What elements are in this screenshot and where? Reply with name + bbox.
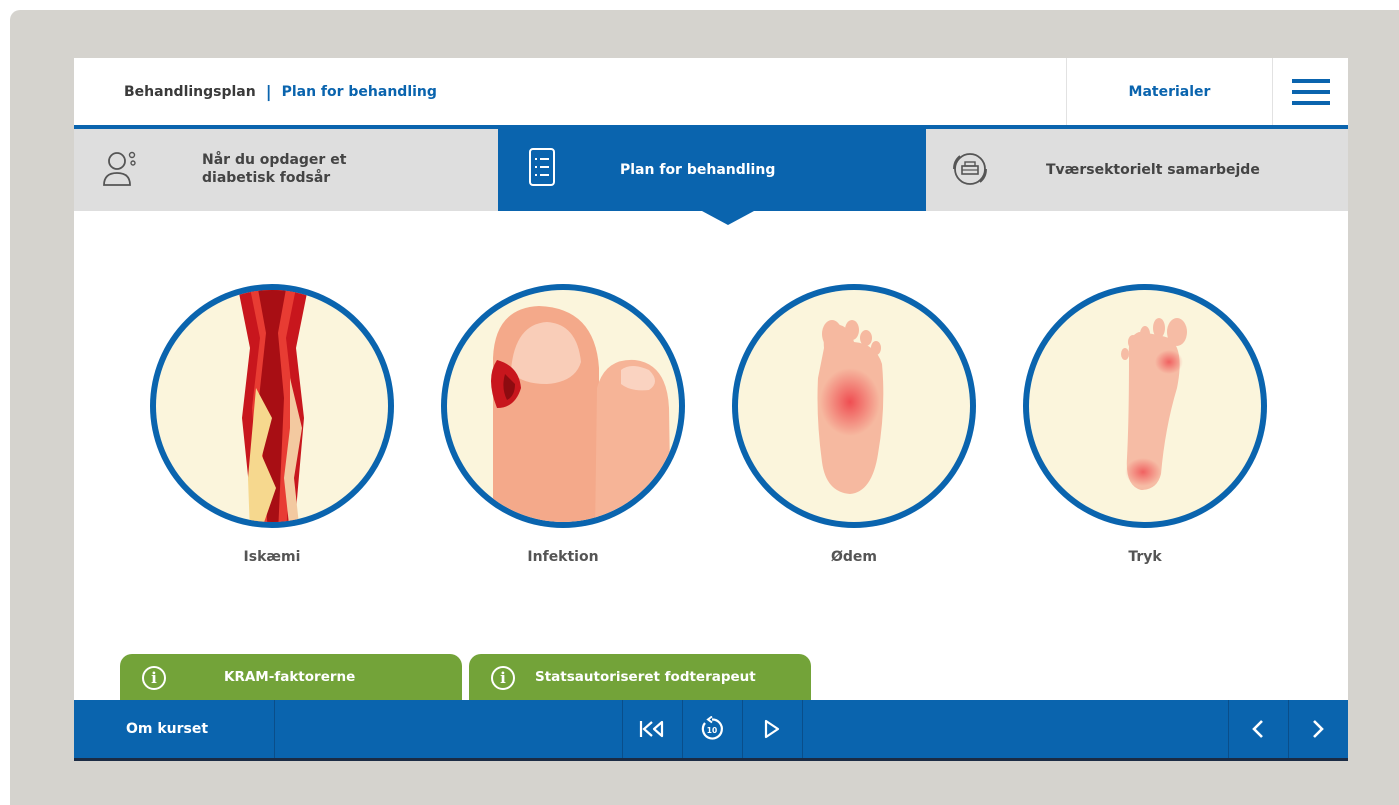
materials-button[interactable]: Materialer (1066, 58, 1272, 125)
play-button[interactable] (742, 700, 802, 758)
bottom-toolbar: Om kurset 10 (74, 700, 1348, 758)
collaboration-icon (953, 153, 987, 185)
menu-button[interactable] (1272, 58, 1348, 125)
condition-label: Tryk (1128, 549, 1162, 565)
previous-button[interactable] (1228, 700, 1288, 758)
blood-vessel-icon (150, 284, 394, 528)
hamburger-icon (1291, 78, 1330, 105)
course-player: Behandlingsplan | Plan for behandling Ma… (74, 58, 1348, 761)
condition-label: Iskæmi (243, 549, 301, 565)
active-tab-pointer (702, 211, 754, 225)
info-icon (491, 666, 515, 690)
info-tab-label: Statsautoriseret fodterapeut (535, 669, 756, 685)
play-icon (764, 719, 780, 739)
tab-collaboration[interactable]: Tværsektorielt samarbejde (926, 129, 1348, 211)
condition-label: Ødem (830, 549, 877, 565)
swollen-foot-icon (732, 284, 976, 528)
tab-discover-ulcer[interactable]: Når du opdager et diabetisk fodsår (74, 129, 498, 211)
condition-infection[interactable]: Infektion (435, 278, 691, 565)
tab-treatment-plan[interactable]: Plan for behandling (498, 129, 926, 211)
bottom-edge (74, 758, 1348, 761)
breadcrumb-root[interactable]: Behandlingsplan (124, 84, 256, 100)
replay-seconds-label: 10 (707, 726, 717, 735)
tab-treatment-label: Plan for behandling (620, 162, 776, 178)
replay-10-button[interactable]: 10 (682, 700, 742, 758)
previous-icon (1252, 720, 1263, 738)
materials-label: Materialer (1128, 83, 1211, 100)
info-tab-podiatrist[interactable]: Statsautoriseret fodterapeut (469, 654, 811, 702)
replay-10-icon: 10 (701, 716, 723, 740)
breadcrumb-current: Plan for behandling (281, 83, 437, 100)
info-tab-kram[interactable]: KRAM-faktorerne (120, 654, 462, 702)
tab-collaboration-label: Tværsektorielt samarbejde (1046, 162, 1260, 178)
header-bar: Behandlingsplan | Plan for behandling Ma… (74, 58, 1348, 125)
toolbar-divider (802, 700, 803, 758)
foot-pressure-icon (1023, 284, 1267, 528)
restart-button[interactable] (622, 700, 682, 758)
next-icon (1313, 720, 1324, 738)
about-course-button[interactable]: Om kurset (74, 700, 274, 758)
about-course-label: Om kurset (126, 721, 209, 737)
tab-discover-label: Når du opdager et diabetisk fodsår (202, 152, 347, 186)
condition-pressure[interactable]: Tryk (1017, 278, 1273, 565)
condition-edema[interactable]: Ødem (726, 278, 982, 565)
condition-ischemia[interactable]: Iskæmi (144, 278, 400, 565)
info-icon (142, 666, 166, 690)
restart-icon (639, 720, 664, 738)
breadcrumb: Behandlingsplan | Plan for behandling (124, 58, 437, 125)
info-tab-label: KRAM-faktorerne (224, 669, 356, 685)
checklist-icon (529, 148, 555, 186)
infected-toe-icon (441, 284, 685, 528)
toolbar-divider (274, 700, 275, 758)
next-button[interactable] (1288, 700, 1348, 758)
condition-label: Infektion (527, 549, 599, 565)
person-icon (103, 151, 136, 186)
breadcrumb-separator: | (265, 82, 272, 101)
